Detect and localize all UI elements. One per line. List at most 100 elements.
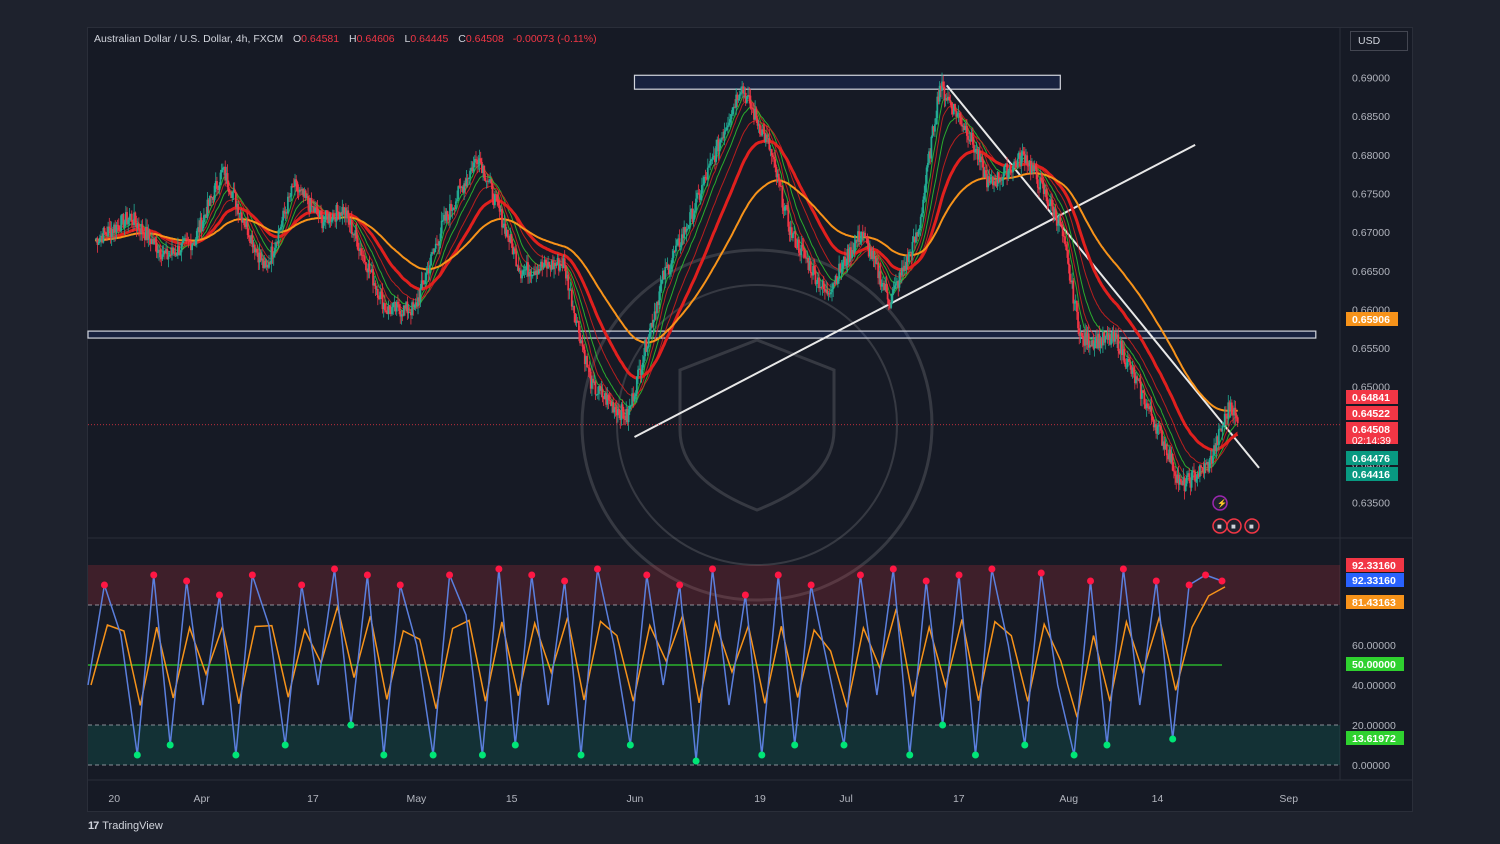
- overbought-dot: [955, 571, 963, 579]
- candle-body: [355, 230, 358, 239]
- candle-body: [787, 209, 790, 227]
- candle-body: [218, 184, 221, 191]
- overbought-dot: [1185, 581, 1193, 589]
- candle-body: [385, 310, 387, 313]
- candle-body: [188, 241, 191, 242]
- candle-body: [949, 100, 952, 103]
- candle-body: [521, 274, 524, 279]
- candle-body: [770, 149, 773, 156]
- candle-body: [601, 388, 604, 398]
- candle-body: [762, 129, 765, 132]
- candle-body: [1132, 367, 1135, 373]
- price-badge: 0.64416: [1346, 467, 1398, 481]
- overbought-dot: [1087, 577, 1095, 585]
- oversold-dot: [380, 751, 388, 759]
- candle-body: [774, 159, 777, 168]
- candle-body: [155, 242, 158, 253]
- candle-body: [1016, 158, 1019, 168]
- candle-body: [555, 265, 558, 266]
- currency-button[interactable]: USD: [1350, 31, 1408, 51]
- us-flag-icon-glyph: ■: [1231, 522, 1236, 531]
- tradingview-logo-icon: 17: [88, 820, 99, 832]
- candle-body: [1208, 459, 1211, 472]
- candle-body: [1235, 415, 1238, 418]
- oversold-dot: [939, 721, 947, 729]
- overbought-dot: [446, 571, 454, 579]
- candle-body: [247, 235, 250, 238]
- candle-body: [1174, 471, 1176, 477]
- candle-body: [1110, 338, 1113, 345]
- lightning-icon-glyph: ⚡: [1217, 498, 1227, 508]
- candle-body: [507, 229, 509, 238]
- candle-body: [548, 261, 551, 267]
- price-badge-text: 0.64841: [1352, 392, 1390, 404]
- candle-body: [822, 280, 825, 289]
- candle-body: [181, 240, 184, 244]
- candle-body: [829, 292, 832, 295]
- us-flag-icon[interactable]: ■: [1212, 518, 1228, 534]
- us-flag-icon[interactable]: ■: [1244, 518, 1260, 534]
- candle-body: [701, 185, 703, 195]
- candle-body: [307, 196, 309, 205]
- stoch-rsi-pane: 0.0000020.0000040.0000060.0000080.000009…: [87, 558, 1404, 772]
- candle-body: [930, 136, 933, 159]
- candle-body: [391, 307, 393, 315]
- candle-body: [607, 395, 610, 400]
- overbought-dot: [396, 581, 404, 589]
- candle-body: [886, 291, 889, 300]
- candle-body: [1048, 204, 1051, 206]
- candle-body: [630, 405, 632, 407]
- candle-body: [818, 277, 820, 289]
- candle-body: [1041, 181, 1044, 185]
- candle-body: [120, 215, 123, 232]
- overbought-dot: [248, 571, 256, 579]
- candle-body: [647, 338, 650, 347]
- candle-body: [961, 124, 964, 127]
- candle-body: [773, 157, 775, 160]
- candle-body: [497, 200, 500, 206]
- countdown-text: 02:14:39: [1352, 436, 1391, 447]
- candle-body: [586, 356, 589, 368]
- candle-body: [820, 286, 823, 288]
- candle-body: [724, 130, 727, 132]
- candle-body: [954, 103, 956, 111]
- high-label: H: [349, 33, 357, 45]
- candle-body: [465, 178, 468, 187]
- tradingview-branding[interactable]: 17 TradingView: [88, 820, 163, 832]
- price-badge-text: 0.64508: [1352, 424, 1390, 436]
- candle-body: [392, 302, 395, 308]
- candle-body: [841, 262, 844, 269]
- candle-body: [483, 165, 486, 178]
- price-badge: 0.6450802:14:39: [1346, 422, 1398, 447]
- candle-body: [256, 248, 259, 253]
- symbol-name[interactable]: Australian Dollar / U.S. Dollar, 4h, FXC…: [94, 33, 283, 45]
- candle-body: [446, 211, 449, 217]
- candle-body: [893, 285, 896, 290]
- time-tick-label: 17: [953, 793, 965, 805]
- candle-body: [1222, 425, 1225, 426]
- candle-body: [107, 226, 110, 236]
- candle-body: [696, 192, 699, 199]
- candle-body: [766, 134, 768, 139]
- oversold-dot: [692, 757, 700, 765]
- time-axis: 20 Apr 17 May 15 Jun 19 Jul 17 Aug 14 Sep: [108, 793, 1298, 805]
- candle-body: [1073, 302, 1076, 304]
- us-flag-icon[interactable]: ■: [1226, 518, 1242, 534]
- candle-body: [628, 406, 631, 410]
- chart-canvas[interactable]: 0.69000 0.68500 0.68000 0.67500 0.67000 0.665…: [0, 0, 1500, 844]
- candle-body: [510, 234, 513, 244]
- candle-body: [779, 181, 781, 187]
- candle-body: [179, 252, 182, 256]
- branding-label: TradingView: [102, 820, 163, 832]
- candle-body: [220, 169, 223, 173]
- lightning-icon[interactable]: ⚡: [1212, 495, 1228, 511]
- candle-body: [347, 210, 350, 219]
- candle-body: [699, 194, 702, 200]
- candle-body: [1190, 472, 1193, 488]
- candle-body: [660, 279, 663, 285]
- candle-body: [693, 210, 696, 214]
- candle-body: [750, 107, 753, 109]
- candle-body: [813, 265, 816, 271]
- candle-body: [1059, 215, 1062, 225]
- candle-body: [633, 396, 636, 402]
